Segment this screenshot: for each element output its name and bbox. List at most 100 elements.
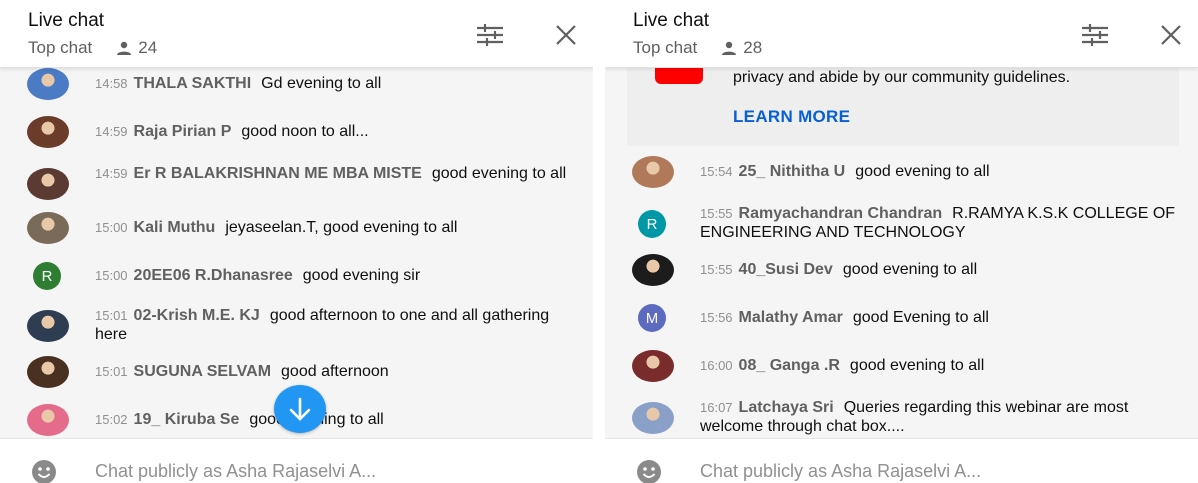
avatar[interactable] xyxy=(27,212,69,244)
chat-mode-label: Top chat xyxy=(28,38,93,57)
message-author[interactable]: Raja Pirian P xyxy=(134,123,232,140)
message-timestamp: 15:01 xyxy=(95,364,128,379)
notice-text: privacy and abide by our community guide… xyxy=(733,69,1071,86)
message-text: good evening sir xyxy=(302,267,421,284)
message-body: 15:00 Kali Muthu jeyaseelan.T, good evenin… xyxy=(95,218,583,237)
learn-more-link[interactable]: LEARN MORE xyxy=(733,107,850,127)
message-author[interactable]: SUGUNA SELVAM xyxy=(134,363,271,380)
message-author[interactable]: Malathy Amar xyxy=(739,309,843,326)
message-text: good evening to all xyxy=(855,163,990,180)
person-icon xyxy=(117,41,132,55)
message-timestamp: 15:00 xyxy=(95,220,128,235)
message-timestamp: 15:54 xyxy=(700,164,733,179)
chat-input[interactable]: Chat publicly as Asha Rajaselvi A... xyxy=(700,461,981,482)
emoji-icon[interactable] xyxy=(31,459,57,483)
avatar-letter: R xyxy=(41,267,53,285)
emoji-icon[interactable] xyxy=(636,459,662,483)
live-chat-panel-right: Live chat Top chat 28 privacy and abide … xyxy=(605,0,1198,483)
chat-header: Live chat Top chat 28 xyxy=(605,0,1198,68)
chat-feed[interactable]: privacy and abide by our community guide… xyxy=(605,68,1198,438)
chat-filter-button[interactable] xyxy=(475,20,505,50)
message-text: Gd evening to all xyxy=(261,75,382,92)
message-author[interactable]: 20EE06 R.Dhanasree xyxy=(134,267,293,284)
chat-input-bar[interactable]: Chat publicly as Asha Rajaselvi A... xyxy=(0,438,593,483)
viewer-count: 24 xyxy=(116,38,157,58)
message-author[interactable]: Ramyachandran Chandran xyxy=(739,205,943,222)
avatar[interactable] xyxy=(632,156,674,188)
live-chat-panel-left: Live chat Top chat 24 14:58 THALA SAKTHI G… xyxy=(0,0,593,483)
close-chat-button[interactable] xyxy=(1156,20,1186,50)
sliders-icon xyxy=(1082,24,1108,46)
chat-input[interactable]: Chat publicly as Asha Rajaselvi A... xyxy=(95,461,376,482)
message-body: 16:07 Latchaya Sri Queries regarding this … xyxy=(700,398,1188,436)
message-author[interactable]: THALA SAKTHI xyxy=(134,75,252,92)
avatar[interactable] xyxy=(27,116,69,148)
message-body: 15:01 02-Krish M.E. KJ good afternoon to o… xyxy=(95,306,583,344)
avatar[interactable]: R xyxy=(638,210,666,238)
message-author[interactable]: Kali Muthu xyxy=(134,219,216,236)
sliders-icon xyxy=(477,24,503,46)
chat-feed[interactable]: 14:58 THALA SAKTHI Gd evening to all 14:59 R… xyxy=(0,68,593,438)
message-author[interactable]: Er R BALAKRISHNAN ME MBA MISTE xyxy=(134,165,422,182)
message-text: good afternoon xyxy=(281,363,389,380)
message-timestamp: 15:01 xyxy=(95,308,128,323)
message-timestamp: 14:59 xyxy=(95,166,128,181)
person-icon xyxy=(722,41,737,55)
message-timestamp: 15:55 xyxy=(700,262,733,277)
avatar[interactable] xyxy=(632,350,674,382)
viewer-count-value: 28 xyxy=(743,38,763,57)
avatar[interactable] xyxy=(27,310,69,342)
close-icon xyxy=(556,25,576,45)
message-author[interactable]: 40_Susi Dev xyxy=(739,261,833,278)
message-author[interactable]: 08_ Ganga .R xyxy=(739,357,840,374)
message-text: good Evening to all xyxy=(852,309,989,326)
community-guidelines-notice: privacy and abide by our community guide… xyxy=(627,68,1179,146)
message-body: 16:00 08_ Ganga .R good evening to all xyxy=(700,356,1188,375)
message-timestamp: 15:02 xyxy=(95,412,128,427)
chat-title: Live chat xyxy=(28,10,105,31)
chat-title: Live chat xyxy=(633,10,710,31)
message-text: good noon to all... xyxy=(241,123,369,140)
avatar[interactable] xyxy=(632,254,674,286)
chat-mode-selector[interactable]: Top chat 28 xyxy=(633,38,762,58)
message-timestamp: 15:00 xyxy=(95,268,128,283)
chat-mode-label: Top chat xyxy=(633,38,698,57)
message-text: good evening to all xyxy=(431,165,567,182)
message-author[interactable]: 02-Krish M.E. KJ xyxy=(134,307,260,324)
chat-header: Live chat Top chat 24 xyxy=(0,0,593,68)
message-body: 15:0219_ Kiruba Segood evening to all xyxy=(95,410,583,429)
message-body: 15:55 Ramyachandran Chandran R.RAMYA K.S.K… xyxy=(700,204,1188,242)
message-body: 15:01 SUGUNA SELVAM good afternoon xyxy=(95,362,583,381)
message-body: 15:00 20EE06 R.Dhanasree good evening sir xyxy=(95,266,583,285)
chat-filter-button[interactable] xyxy=(1080,20,1110,50)
avatar-letter: M xyxy=(645,309,659,327)
avatar[interactable]: M xyxy=(638,304,666,332)
message-body: 15:56 Malathy Amar good Evening to all xyxy=(700,308,1188,327)
message-author[interactable]: 25_ Nithitha U xyxy=(739,163,846,180)
message-body: 15:55 40_Susi Dev good evening to all xyxy=(700,260,1188,279)
chat-mode-selector[interactable]: Top chat 24 xyxy=(28,38,157,58)
message-timestamp: 16:07 xyxy=(700,400,733,415)
message-text: jeyaseelan.T, good evening to all xyxy=(225,219,458,236)
message-timestamp: 16:00 xyxy=(700,358,733,373)
message-body: 15:54 25_ Nithitha U good evening to all xyxy=(700,162,1188,181)
avatar[interactable] xyxy=(27,356,69,388)
avatar[interactable] xyxy=(27,168,69,200)
message-body: 14:58 THALA SAKTHI Gd evening to all xyxy=(95,74,583,93)
avatar[interactable] xyxy=(27,404,69,436)
avatar[interactable] xyxy=(27,68,69,100)
scroll-to-latest-button[interactable] xyxy=(274,385,326,433)
avatar-letter: R xyxy=(646,215,658,233)
avatar[interactable] xyxy=(632,402,674,434)
youtube-logo xyxy=(655,68,703,84)
message-author[interactable]: 19_ Kiruba Se xyxy=(134,411,240,428)
close-icon xyxy=(1161,25,1181,45)
message-timestamp: 14:59 xyxy=(95,124,128,139)
message-text: good evening to all xyxy=(842,261,978,278)
message-timestamp: 14:58 xyxy=(95,76,128,91)
viewer-count-value: 24 xyxy=(138,38,158,57)
chat-input-bar[interactable]: Chat publicly as Asha Rajaselvi A... xyxy=(605,438,1198,483)
avatar[interactable]: R xyxy=(33,262,61,290)
message-author[interactable]: Latchaya Sri xyxy=(739,399,834,416)
close-chat-button[interactable] xyxy=(551,20,581,50)
